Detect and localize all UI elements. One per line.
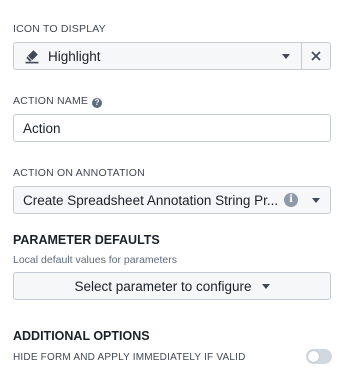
- action-name-label-text: ACTION NAME: [13, 95, 89, 107]
- hide-form-label: HIDE FORM AND APPLY IMMEDIATELY IF VALID: [13, 352, 246, 363]
- toggle-knob: [308, 351, 319, 362]
- select-parameter-button[interactable]: Select parameter to configure: [13, 272, 331, 300]
- info-icon[interactable]: i: [284, 193, 298, 207]
- clear-icon-button[interactable]: [301, 43, 330, 69]
- icon-select[interactable]: Highlight: [13, 42, 331, 70]
- icon-to-display-label: ICON TO DISPLAY: [13, 23, 106, 35]
- help-icon[interactable]: ?: [92, 98, 103, 108]
- parameter-defaults-heading: PARAMETER DEFAULTS: [13, 233, 160, 247]
- chevron-down-icon: [261, 283, 270, 289]
- action-name-input[interactable]: Action: [13, 114, 331, 142]
- action-on-annotation-select[interactable]: Create Spreadsheet Annotation String Pr.…: [13, 186, 331, 214]
- action-on-annotation-label: ACTION ON ANNOTATION: [13, 167, 145, 179]
- parameter-defaults-description: Local default values for parameters: [13, 254, 178, 266]
- additional-options-heading: ADDITIONAL OPTIONS: [13, 329, 150, 343]
- icon-select-value: Highlight: [48, 48, 101, 64]
- action-name-value: Action: [23, 120, 61, 136]
- select-parameter-label: Select parameter to configure: [74, 278, 252, 294]
- chevron-down-icon[interactable]: [282, 54, 290, 59]
- highlight-pen-icon: [23, 47, 41, 65]
- hide-form-toggle[interactable]: [306, 349, 332, 364]
- chevron-down-icon[interactable]: [312, 198, 320, 203]
- close-icon: [311, 51, 321, 61]
- action-name-label: ACTION NAME?: [13, 95, 103, 108]
- annotation-action-config-panel: ICON TO DISPLAY Highlight ACTION NAME? A…: [0, 0, 345, 391]
- action-on-annotation-value: Create Spreadsheet Annotation String Pr.…: [23, 192, 277, 208]
